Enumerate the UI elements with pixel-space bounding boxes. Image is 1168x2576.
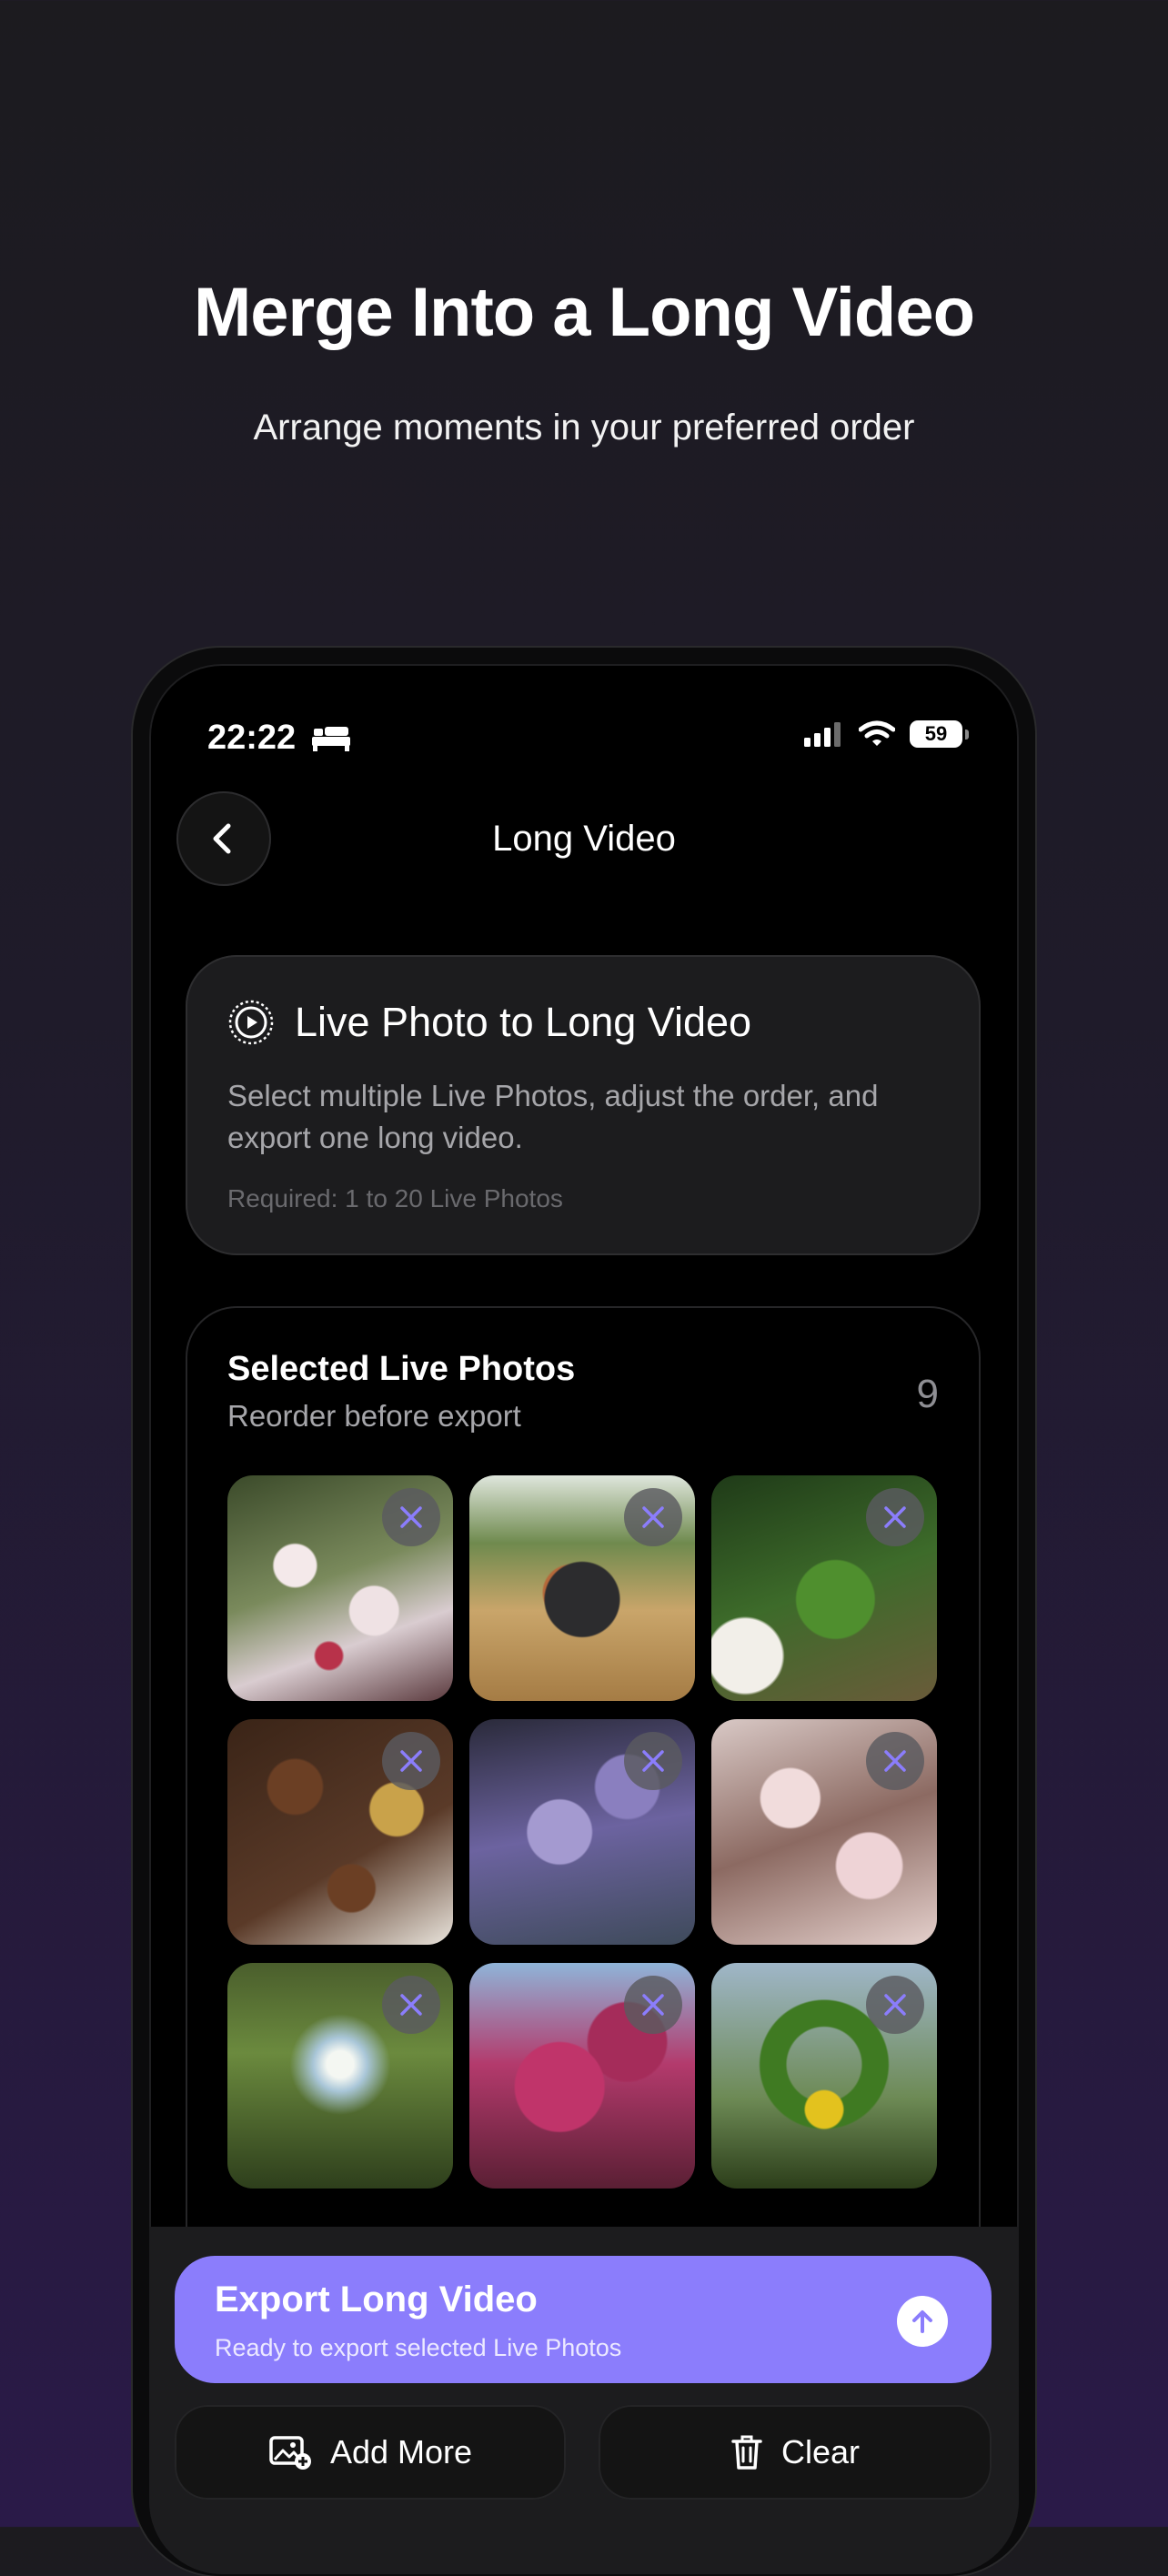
selected-title: Selected Live Photos bbox=[227, 1350, 576, 1388]
arrow-up-circle-icon bbox=[897, 2296, 948, 2347]
add-more-label: Add More bbox=[329, 2433, 473, 2470]
info-title-row: Live Photo to Long Video bbox=[227, 999, 751, 1046]
close-icon bbox=[884, 1750, 906, 1772]
promo-subheadline: Arrange moments in your preferred order bbox=[253, 408, 915, 448]
close-icon bbox=[400, 1994, 422, 2016]
bed-icon bbox=[312, 726, 351, 751]
close-icon bbox=[642, 1994, 664, 2016]
remove-photo-button[interactable] bbox=[866, 1976, 924, 2034]
remove-photo-button[interactable] bbox=[624, 1488, 682, 1546]
photo-thumbnail[interactable] bbox=[227, 1963, 453, 2189]
cellular-signal-icon bbox=[804, 722, 841, 747]
photo-thumbnail[interactable] bbox=[711, 1963, 937, 2189]
selected-subtitle: Reorder before export bbox=[227, 1399, 521, 1433]
close-icon bbox=[884, 1506, 906, 1528]
remove-photo-button[interactable] bbox=[866, 1732, 924, 1790]
status-time: 22:22 bbox=[207, 719, 297, 757]
photo-thumbnail[interactable] bbox=[711, 1719, 937, 1945]
battery-level: 59 bbox=[924, 722, 948, 745]
photo-thumbnail[interactable] bbox=[469, 1963, 695, 2189]
export-button[interactable]: Export Long Video Ready to export select… bbox=[175, 2256, 992, 2383]
promo-headline: Merge Into a Long Video bbox=[193, 274, 975, 351]
photo-thumbnail[interactable] bbox=[711, 1475, 937, 1701]
remove-photo-button[interactable] bbox=[624, 1976, 682, 2034]
photo-thumbnail[interactable] bbox=[469, 1719, 695, 1945]
info-card-description: Select multiple Live Photos, adjust the … bbox=[227, 1079, 879, 1154]
clear-button[interactable]: Clear bbox=[599, 2405, 992, 2500]
phone-frame: 22:22 59 Long Video Live Photo to Long V… bbox=[133, 648, 1035, 2576]
info-card-requirement: Required: 1 to 20 Live Photos bbox=[227, 1184, 563, 1213]
play-circle-icon bbox=[228, 1000, 274, 1045]
app-screen: 22:22 59 Long Video Live Photo to Long V… bbox=[149, 664, 1019, 2574]
wifi-icon bbox=[859, 720, 895, 746]
photo-thumbnail[interactable] bbox=[227, 1475, 453, 1701]
remove-photo-button[interactable] bbox=[866, 1488, 924, 1546]
arrow-up-icon bbox=[912, 2310, 932, 2333]
status-indicators: 59 bbox=[804, 720, 969, 748]
export-subtitle: Ready to export selected Live Photos bbox=[215, 2334, 622, 2361]
add-more-button[interactable]: Add More bbox=[175, 2405, 566, 2500]
page-title: Long Video bbox=[492, 819, 676, 859]
close-icon bbox=[884, 1994, 906, 2016]
bottom-action-bar: Export Long Video Ready to export select… bbox=[149, 2227, 1019, 2574]
close-icon bbox=[400, 1750, 422, 1772]
remove-photo-button[interactable] bbox=[382, 1488, 440, 1546]
add-photo-icon bbox=[269, 2436, 311, 2470]
remove-photo-button[interactable] bbox=[382, 1732, 440, 1790]
close-icon bbox=[400, 1506, 422, 1528]
close-icon bbox=[642, 1750, 664, 1772]
photo-thumbnail[interactable] bbox=[227, 1719, 453, 1945]
selected-photos-card: Selected Live Photos Reorder before expo… bbox=[186, 1306, 981, 2307]
photo-thumbnail[interactable] bbox=[469, 1475, 695, 1701]
close-icon bbox=[642, 1506, 664, 1528]
status-time-group: 22:22 bbox=[207, 719, 351, 758]
clear-label: Clear bbox=[780, 2433, 861, 2470]
photo-grid bbox=[227, 1475, 937, 2189]
battery-indicator: 59 bbox=[910, 720, 969, 748]
info-card: Live Photo to Long Video Select multiple… bbox=[186, 955, 981, 1255]
selected-count: 9 bbox=[916, 1372, 939, 1416]
remove-photo-button[interactable] bbox=[624, 1732, 682, 1790]
export-title: Export Long Video bbox=[215, 2279, 538, 2319]
trash-icon bbox=[731, 2435, 762, 2470]
info-card-title: Live Photo to Long Video bbox=[295, 999, 752, 1045]
remove-photo-button[interactable] bbox=[382, 1976, 440, 2034]
